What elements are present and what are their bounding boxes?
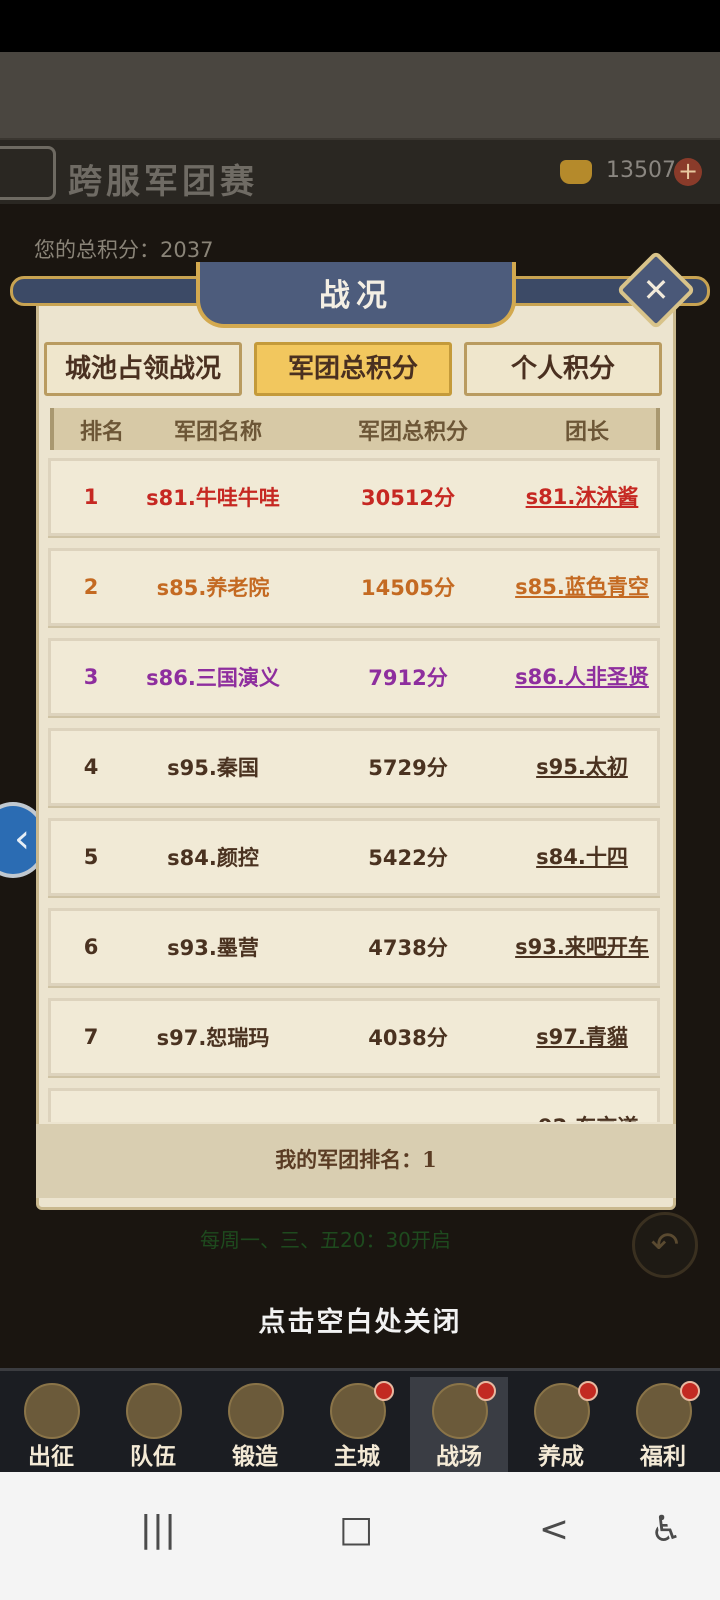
table-row: s92.东京道 (48, 1088, 660, 1122)
legion-score-cell: 4738分 (368, 936, 448, 960)
leader-link[interactable]: s97.青貓 (511, 1001, 653, 1073)
battle-status-dialog: 战况 ✕ 城池占领战况 军团总积分 个人积分 排名 军团名称 军团总积分 团长 … (10, 250, 710, 1210)
title-bar: 跨服军团赛 13507 + (0, 138, 720, 204)
table-row: 1 s81.牛哇牛哇 30512分 s81.沐沐酱 (48, 458, 660, 536)
home-button[interactable]: □ (326, 1500, 386, 1560)
leader-link[interactable]: s95.太初 (511, 731, 653, 803)
tab-legion-total-score[interactable]: 军团总积分 (254, 342, 452, 396)
rank-cell: 6 (83, 935, 99, 959)
schedule-text: 每周一、三、五20：30开启 (200, 1228, 451, 1252)
game-bottom-nav: 出征 队伍 锻造 主城 战场 养成 福利 (0, 1368, 720, 1473)
tab-personal-score[interactable]: 个人积分 (464, 342, 662, 396)
legion-score-cell (323, 1091, 493, 1122)
col-score-header: 军团总积分 (357, 419, 468, 445)
nav-item-6[interactable]: 福利 (614, 1377, 712, 1473)
leader-link[interactable]: s81.沐沐酱 (511, 461, 653, 533)
nav-item-2[interactable]: 锻造 (206, 1377, 304, 1473)
table-row: 4 s95.秦国 5729分 s95.太初 (48, 728, 660, 806)
system-nav-bar: ||| □ < ♿ (0, 1472, 720, 1600)
leader-link[interactable]: s93.来吧开车 (511, 911, 653, 983)
nav-item-4[interactable]: 战场 (410, 1377, 508, 1473)
leader-link[interactable]: s92.东京道 (511, 1091, 653, 1123)
legion-name-cell (133, 1091, 293, 1122)
close-icon: ✕ (642, 271, 670, 309)
nav-item-0[interactable]: 出征 (2, 1377, 100, 1473)
page-title: 跨服军团赛 (68, 162, 258, 202)
leader-link[interactable]: s85.蓝色青空 (511, 551, 653, 623)
legion-score-cell: 5729分 (368, 756, 448, 780)
nav-label: 福利 (640, 1443, 686, 1470)
notification-dot-icon (680, 1381, 700, 1401)
legion-name-cell: s86.三国演义 (146, 666, 280, 690)
table-row: 2 s85.养老院 14505分 s85.蓝色青空 (48, 548, 660, 626)
dialog-title: 战况 (319, 278, 393, 314)
nav-item-5[interactable]: 养成 (512, 1377, 610, 1473)
legion-name-cell: s81.牛哇牛哇 (146, 486, 280, 510)
notification-dot-icon (578, 1381, 598, 1401)
dialog-footer: 我的军团排名：1 (36, 1124, 676, 1198)
nav-item-1[interactable]: 队伍 (104, 1377, 202, 1473)
table-row: 3 s86.三国演义 7912分 s86.人非圣贤 (48, 638, 660, 716)
table-row: 6 s93.墨营 4738分 s93.来吧开车 (48, 908, 660, 986)
status-bar (0, 0, 720, 52)
rank-cell: 2 (83, 575, 99, 599)
table-header: 排名 军团名称 军团总积分 团长 (50, 408, 660, 450)
legion-score-cell: 5422分 (368, 846, 448, 870)
tab-city-occupation[interactable]: 城池占领战况 (44, 342, 242, 396)
nav-emblem-icon (228, 1383, 284, 1439)
top-strip (0, 52, 720, 138)
notification-dot-icon (476, 1381, 496, 1401)
rank-cell: 1 (83, 485, 99, 509)
nav-emblem-icon (126, 1383, 182, 1439)
nav-label: 主城 (334, 1443, 380, 1470)
table-row: 5 s84.颜控 5422分 s84.十四 (48, 818, 660, 896)
add-gold-button[interactable]: + (674, 158, 702, 186)
leader-link[interactable]: s86.人非圣贤 (511, 641, 653, 713)
legion-score-cell: 14505分 (360, 576, 456, 600)
accessibility-button[interactable]: ♿ (636, 1500, 696, 1560)
recent-apps-button[interactable]: ||| (128, 1500, 188, 1560)
legion-score-cell: 4038分 (368, 1026, 448, 1050)
rank-cell (59, 1091, 123, 1122)
nav-emblem-icon (24, 1383, 80, 1439)
nav-label: 战场 (436, 1443, 482, 1470)
legion-name-cell: s85.养老院 (156, 576, 270, 600)
my-legion-rank: 我的军团排名：1 (275, 1147, 437, 1172)
back-button[interactable]: < (524, 1500, 584, 1560)
rank-cell: 7 (83, 1025, 99, 1049)
leader-link[interactable]: s84.十四 (511, 821, 653, 893)
dialog-header: 战况 (196, 262, 516, 328)
gold-value: 13507 (606, 158, 676, 183)
rank-cell: 3 (83, 665, 99, 689)
col-rank-header: 排名 (79, 419, 124, 445)
nav-label: 锻造 (232, 1443, 278, 1470)
col-name-header: 军团名称 (173, 419, 262, 445)
return-button[interactable]: ↶ (632, 1212, 698, 1278)
legion-name-cell: s84.颜控 (167, 846, 259, 870)
gold-ingot-icon (560, 160, 592, 184)
nav-label: 养成 (538, 1443, 584, 1470)
close-hint[interactable]: 点击空白处关闭 (0, 1300, 720, 1339)
title-decoration (0, 146, 56, 200)
table-row: 7 s97.恕瑞玛 4038分 s97.青貓 (48, 998, 660, 1076)
rank-cell: 5 (83, 845, 99, 869)
ranking-list[interactable]: 1 s81.牛哇牛哇 30512分 s81.沐沐酱 2 s85.养老院 14505分 s85.… (48, 458, 660, 1122)
legion-name-cell: s93.墨营 (167, 936, 259, 960)
nav-item-3[interactable]: 主城 (308, 1377, 406, 1473)
notification-dot-icon (374, 1381, 394, 1401)
rank-cell: 4 (83, 755, 99, 779)
legion-name-cell: s97.恕瑞玛 (156, 1026, 270, 1050)
col-leader-header: 团长 (564, 419, 609, 445)
nav-label: 出征 (28, 1443, 74, 1470)
legion-name-cell: s95.秦国 (167, 756, 259, 780)
legion-score-cell: 30512分 (360, 486, 456, 510)
nav-label: 队伍 (130, 1443, 176, 1470)
legion-score-cell: 7912分 (368, 666, 448, 690)
